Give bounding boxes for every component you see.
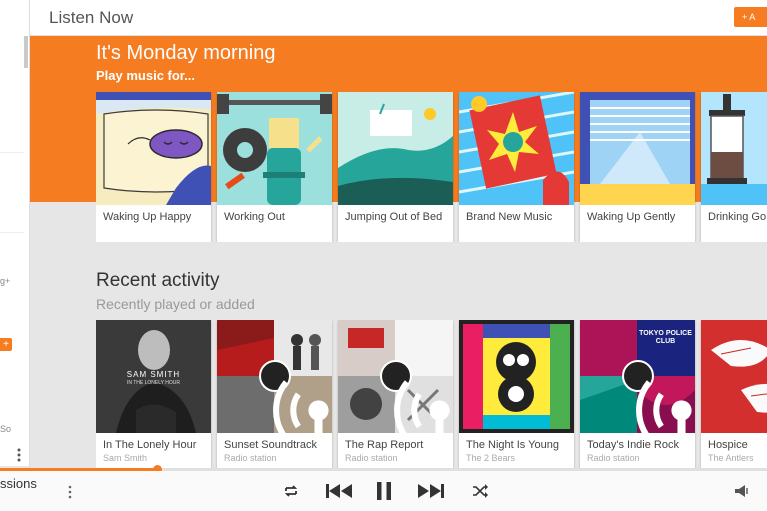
activity-art-french-press bbox=[701, 92, 767, 205]
top-app-bar: Listen Now + A bbox=[30, 0, 767, 36]
album-artist: The Antlers bbox=[708, 453, 754, 463]
repeat-icon[interactable] bbox=[281, 479, 301, 503]
activity-card[interactable]: Waking Up Gently bbox=[580, 92, 695, 242]
drawer-divider bbox=[0, 232, 24, 233]
navigation-drawer: g+ + So bbox=[0, 0, 30, 466]
activity-art-sleep-mask bbox=[96, 92, 211, 205]
skip-previous-icon[interactable] bbox=[324, 479, 354, 503]
album-cover-subtext: IN THE LONELY HOUR bbox=[126, 380, 181, 386]
activity-card[interactable]: Waking Up Happy bbox=[96, 92, 211, 242]
activity-art-landscape bbox=[338, 92, 453, 205]
station-title: The Rap Report bbox=[345, 439, 424, 451]
recent-activity-row: SAM SMITH IN THE LONELY HOUR In The Lone… bbox=[96, 320, 767, 470]
skip-next-icon[interactable] bbox=[416, 479, 446, 503]
album-title: The Night Is Young bbox=[466, 439, 559, 451]
station-title: Sunset Soundtrack bbox=[224, 439, 317, 451]
album-card[interactable]: Hospice The Antlers bbox=[701, 320, 767, 470]
pause-icon[interactable] bbox=[374, 479, 394, 503]
album-title: In The Lonely Hour bbox=[103, 439, 197, 451]
album-card[interactable]: SAM SMITH IN THE LONELY HOUR In The Lone… bbox=[96, 320, 211, 470]
radio-station-icon bbox=[380, 360, 450, 433]
player-bar: ssions bbox=[0, 471, 767, 511]
album-artist: The 2 Bears bbox=[466, 453, 516, 463]
page-title: Listen Now bbox=[49, 8, 134, 27]
activity-cards-row: Waking Up Happy Working Out Jumping Out … bbox=[96, 92, 767, 242]
activity-card[interactable]: Working Out bbox=[217, 92, 332, 242]
station-title: Today's Indie Rock bbox=[587, 439, 679, 451]
station-type: Radio station bbox=[345, 453, 398, 463]
album-artist: Sam Smith bbox=[103, 453, 148, 463]
album-cover: SAM SMITH IN THE LONELY HOUR bbox=[96, 320, 211, 433]
radio-collage: TOKYO POLICE CLUB bbox=[580, 320, 695, 433]
drawer-scrollbar[interactable] bbox=[24, 36, 28, 68]
volume-icon[interactable] bbox=[733, 479, 749, 503]
shuffle-icon[interactable] bbox=[470, 479, 490, 503]
activity-label: Waking Up Happy bbox=[103, 211, 192, 223]
activity-label: Jumping Out of Bed bbox=[345, 211, 443, 223]
album-card[interactable]: The Night Is Young The 2 Bears bbox=[459, 320, 574, 470]
activity-art-weights bbox=[217, 92, 332, 205]
album-cover-text: SAM SMITH bbox=[126, 370, 181, 379]
album-cover bbox=[459, 320, 574, 433]
album-cover-text: TOKYO POLICE CLUB bbox=[639, 330, 692, 345]
more-vert-icon[interactable] bbox=[68, 485, 72, 504]
section-subtitle: Recently played or added bbox=[96, 296, 255, 312]
radio-collage bbox=[338, 320, 453, 433]
activity-label: Brand New Music bbox=[466, 211, 553, 223]
drawer-divider bbox=[0, 152, 24, 153]
activity-label: Waking Up Gently bbox=[587, 211, 676, 223]
add-button[interactable]: + A bbox=[734, 7, 767, 27]
album-title: Hospice bbox=[708, 439, 748, 451]
activity-art-starburst bbox=[459, 92, 574, 205]
drawer-add-button[interactable]: + bbox=[0, 338, 12, 351]
radio-card[interactable]: TOKYO POLICE CLUB Today's Indie Rock Rad… bbox=[580, 320, 695, 470]
radio-station-icon bbox=[622, 360, 692, 433]
radio-card[interactable]: The Rap Report Radio station bbox=[338, 320, 453, 470]
album-cover bbox=[701, 320, 767, 433]
drawer-item-fragment[interactable]: So bbox=[0, 424, 11, 434]
radio-card[interactable]: Sunset Soundtrack Radio station bbox=[217, 320, 332, 470]
hero-title: It's Monday morning bbox=[96, 42, 276, 64]
activity-label: Drinking Go Coffee bbox=[708, 211, 767, 223]
station-type: Radio station bbox=[587, 453, 640, 463]
activity-label: Working Out bbox=[224, 211, 285, 223]
activity-card[interactable]: Jumping Out of Bed bbox=[338, 92, 453, 242]
activity-card[interactable]: Drinking Go Coffee bbox=[701, 92, 767, 242]
activity-card[interactable]: Brand New Music bbox=[459, 92, 574, 242]
now-playing-title: ssions bbox=[0, 476, 37, 491]
radio-station-icon bbox=[259, 360, 329, 433]
drawer-more-vert-icon[interactable] bbox=[17, 448, 21, 462]
station-type: Radio station bbox=[224, 453, 277, 463]
radio-collage bbox=[217, 320, 332, 433]
drawer-item-fragment[interactable]: g+ bbox=[0, 276, 10, 286]
activity-art-blinds bbox=[580, 92, 695, 205]
section-title: Recent activity bbox=[96, 270, 220, 291]
hero-subtitle: Play music for... bbox=[96, 68, 195, 83]
